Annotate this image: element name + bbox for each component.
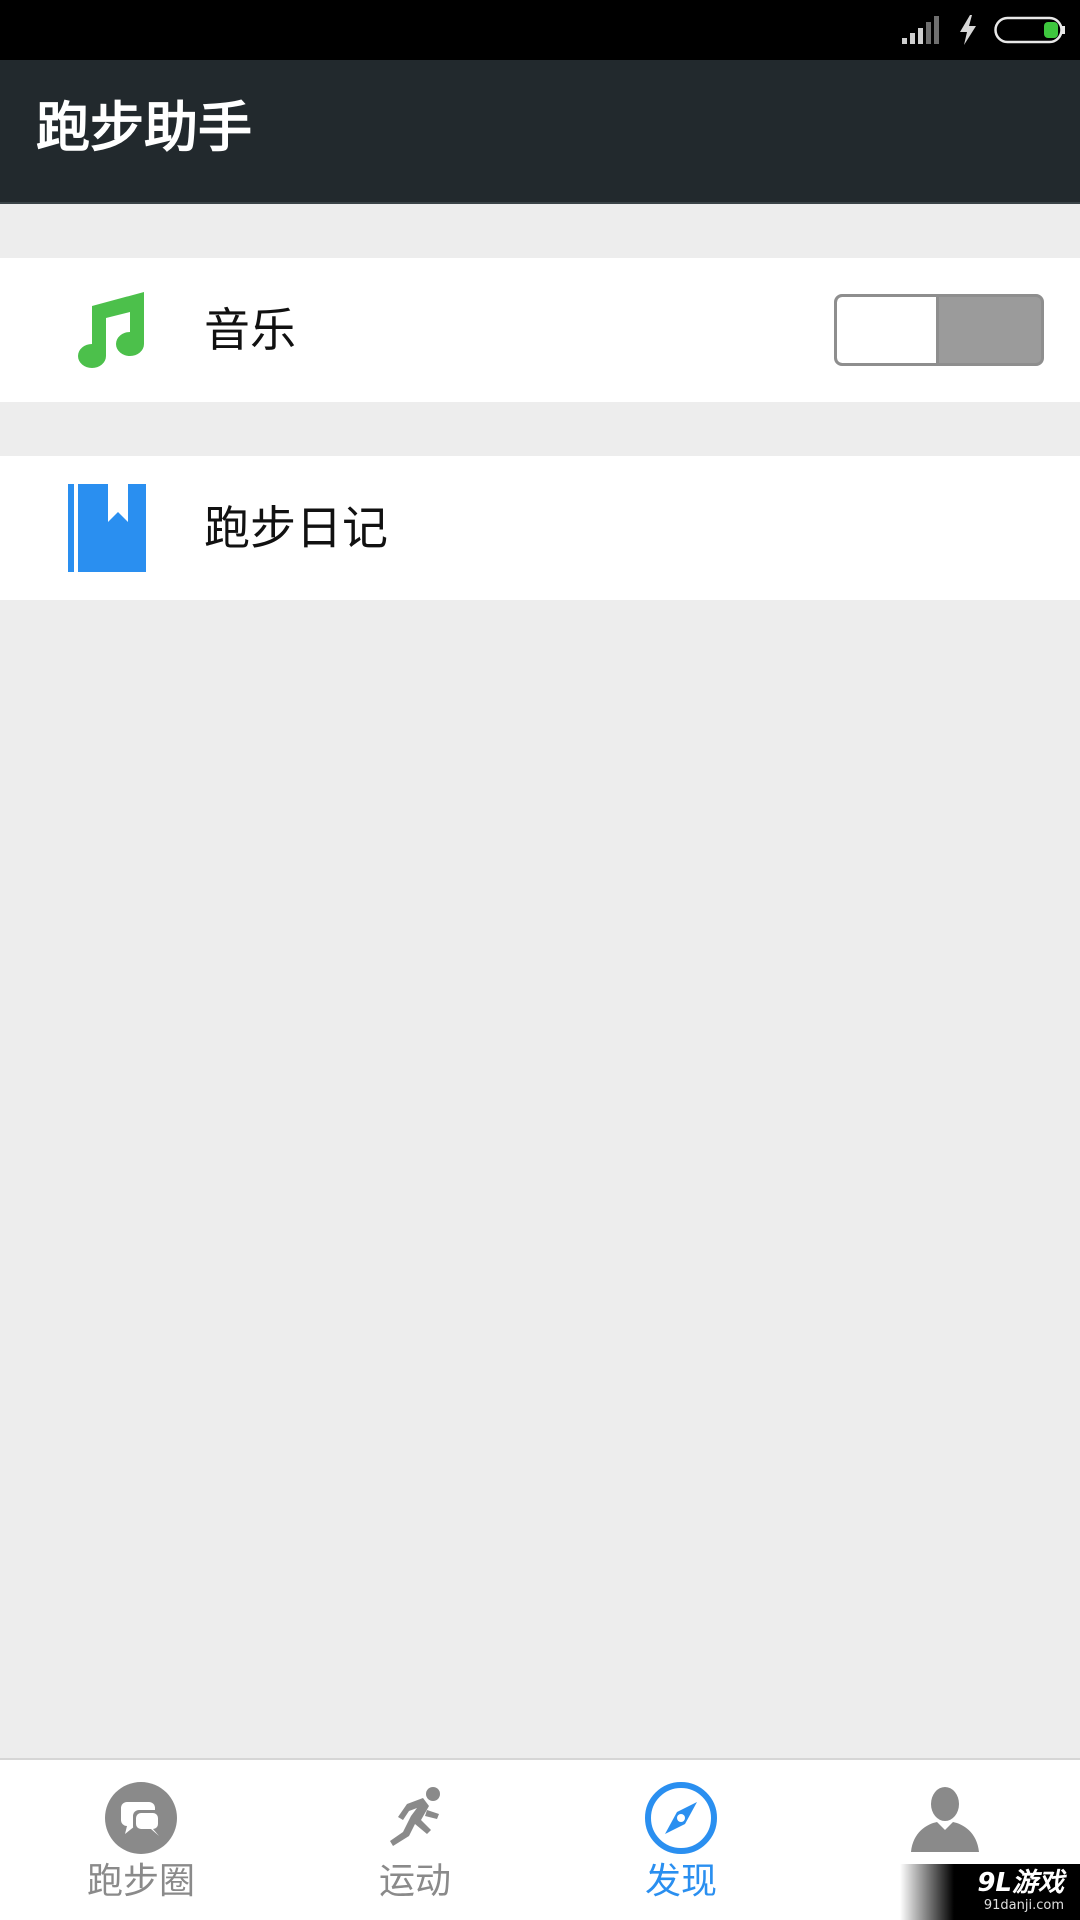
running-diary-label: 跑步日记 [204, 501, 388, 555]
music-note-icon [64, 286, 148, 374]
user-icon [907, 1780, 983, 1856]
tab-discover-label: 发现 [644, 1861, 717, 1902]
signal-icon [902, 16, 942, 44]
toggle-knob [837, 297, 939, 363]
page-title: 跑步助手 [36, 96, 252, 159]
compass-icon [643, 1780, 719, 1856]
music-toggle[interactable] [834, 294, 1044, 366]
charging-bolt-icon [958, 15, 978, 45]
watermark-logo: 9L游戏 [977, 1868, 1064, 1898]
list-item-music[interactable]: 音乐 [0, 258, 1080, 402]
list-item-running-diary[interactable]: 跑步日记 [0, 456, 1080, 600]
watermark: 9L游戏 91danji.com [900, 1864, 1080, 1920]
music-label: 音乐 [204, 303, 296, 357]
tab-sport[interactable]: 运动 [280, 1760, 550, 1920]
screen: 跑步助手 音乐 跑步日记 跑步圈 运动 发现 9L游戏 91danji.com [0, 0, 1080, 1920]
bookmark-book-icon [64, 484, 148, 572]
watermark-url: 91danji.com [983, 1898, 1064, 1913]
app-bar: 跑步助手 [0, 60, 1080, 204]
tab-running-circle-label: 跑步圈 [86, 1861, 195, 1902]
battery-icon [994, 15, 1066, 45]
status-icons [902, 14, 1066, 46]
tab-discover[interactable]: 发现 [546, 1760, 816, 1920]
chat-bubble-icon [103, 1780, 179, 1856]
status-bar [0, 0, 1080, 60]
tab-sport-label: 运动 [378, 1861, 451, 1902]
tab-running-circle[interactable]: 跑步圈 [6, 1760, 276, 1920]
runner-icon [377, 1780, 453, 1856]
